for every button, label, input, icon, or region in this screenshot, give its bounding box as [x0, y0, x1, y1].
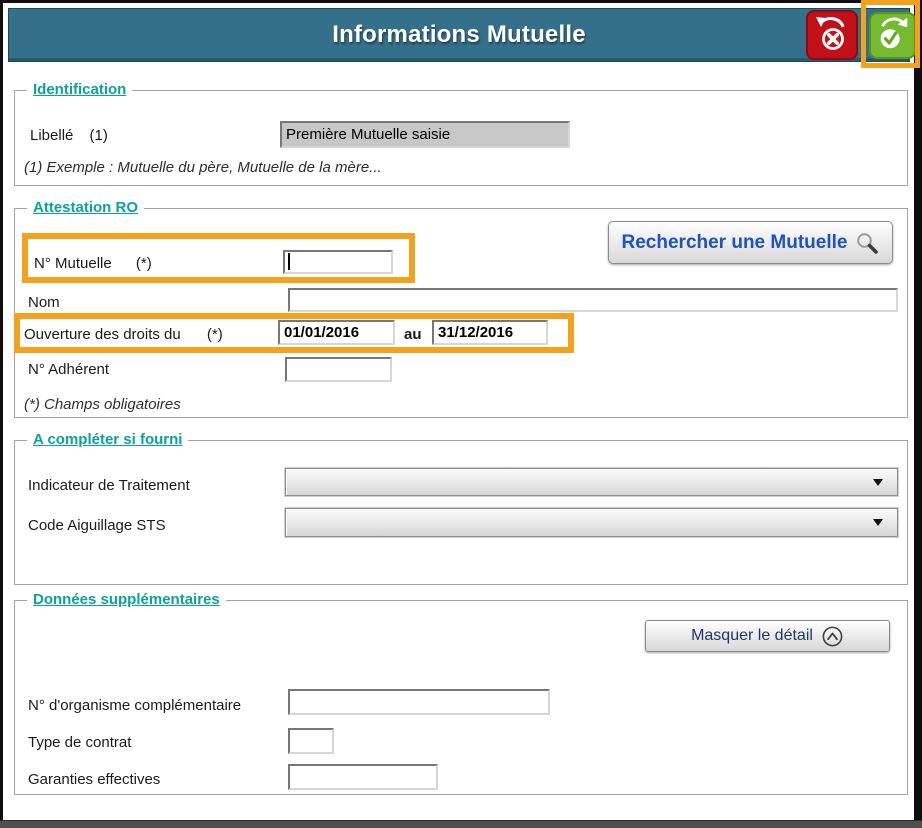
date-to-input[interactable]	[432, 320, 548, 345]
window-border-right	[914, 0, 922, 828]
libelle-label: Libellé (1)	[30, 127, 108, 145]
nom-label: Nom	[28, 294, 60, 312]
section-donnees-supplementaires-title: Données supplémentaires	[27, 591, 226, 608]
libelle-index: (1)	[90, 127, 108, 144]
cancel-icon	[812, 13, 852, 58]
section-a-completer: A compléter si fourni Indicateur de Trai…	[14, 440, 908, 585]
ouverture-droits-label-text: Ouverture des droits du	[24, 326, 181, 343]
validate-button[interactable]	[869, 12, 916, 59]
garanties-effectives-input[interactable]	[288, 764, 438, 790]
section-identification-title: Identification	[27, 81, 132, 98]
indicateur-traitement-select[interactable]	[285, 468, 898, 496]
num-mutuelle-input[interactable]	[283, 250, 393, 274]
num-mutuelle-label-text: N° Mutuelle	[34, 255, 112, 272]
rechercher-mutuelle-label: Rechercher une Mutuelle	[622, 232, 848, 254]
code-aiguillage-select[interactable]	[285, 508, 898, 537]
adherent-label: N° Adhérent	[28, 361, 109, 379]
num-mutuelle-label: N° Mutuelle (*)	[34, 255, 152, 273]
chevron-down-icon	[873, 479, 883, 486]
masquer-detail-button[interactable]: Masquer le détail	[645, 620, 890, 652]
masquer-detail-label: Masquer le détail	[691, 627, 813, 645]
text-cursor	[288, 253, 290, 270]
window-border-top	[0, 0, 922, 3]
ouverture-required-marker: (*)	[207, 326, 223, 343]
ouverture-droits-label: Ouverture des droits du (*)	[24, 326, 223, 344]
champs-obligatoires-note: (*) Champs obligatoires	[24, 396, 181, 414]
validate-icon	[874, 14, 912, 57]
cancel-button[interactable]	[806, 10, 858, 60]
rechercher-mutuelle-button[interactable]: Rechercher une Mutuelle	[608, 221, 893, 264]
informations-mutuelle-dialog: Informations Mutuelle Identifi	[0, 0, 922, 828]
section-attestation-ro-title: Attestation RO	[27, 199, 144, 216]
page-title: Informations Mutuelle	[332, 21, 586, 49]
indicateur-traitement-label: Indicateur de Traitement	[28, 477, 190, 495]
libelle-example-note: (1) Exemple : Mutuelle du père, Mutuelle…	[24, 159, 382, 177]
adherent-input[interactable]	[285, 357, 392, 382]
search-icon	[855, 231, 879, 255]
chevron-down-icon	[873, 519, 883, 526]
num-mutuelle-required-marker: (*)	[136, 255, 152, 272]
title-bar: Informations Mutuelle	[8, 8, 910, 62]
date-from-input[interactable]	[278, 320, 395, 345]
libelle-input[interactable]	[280, 121, 570, 148]
libelle-label-text: Libellé	[30, 127, 73, 144]
window-border-left	[0, 0, 3, 828]
section-attestation-ro: Attestation RO Rechercher une Mutuelle N…	[14, 208, 908, 418]
code-aiguillage-label: Code Aiguillage STS	[28, 517, 166, 535]
section-identification: Identification Libellé (1) (1) Exemple :…	[14, 90, 908, 186]
type-contrat-input[interactable]	[288, 728, 334, 754]
organisme-complementaire-label: N° d'organisme complémentaire	[28, 697, 241, 715]
type-contrat-label: Type de contrat	[28, 734, 131, 752]
garanties-effectives-label: Garanties effectives	[28, 771, 160, 789]
window-border-bottom	[0, 820, 922, 828]
nom-input[interactable]	[288, 288, 898, 312]
organisme-complementaire-input[interactable]	[288, 689, 550, 715]
section-a-completer-title: A compléter si fourni	[27, 431, 188, 448]
au-label: au	[404, 326, 422, 344]
section-donnees-supplementaires: Données supplémentaires Masquer le détai…	[14, 600, 908, 795]
collapse-up-icon	[821, 625, 844, 648]
